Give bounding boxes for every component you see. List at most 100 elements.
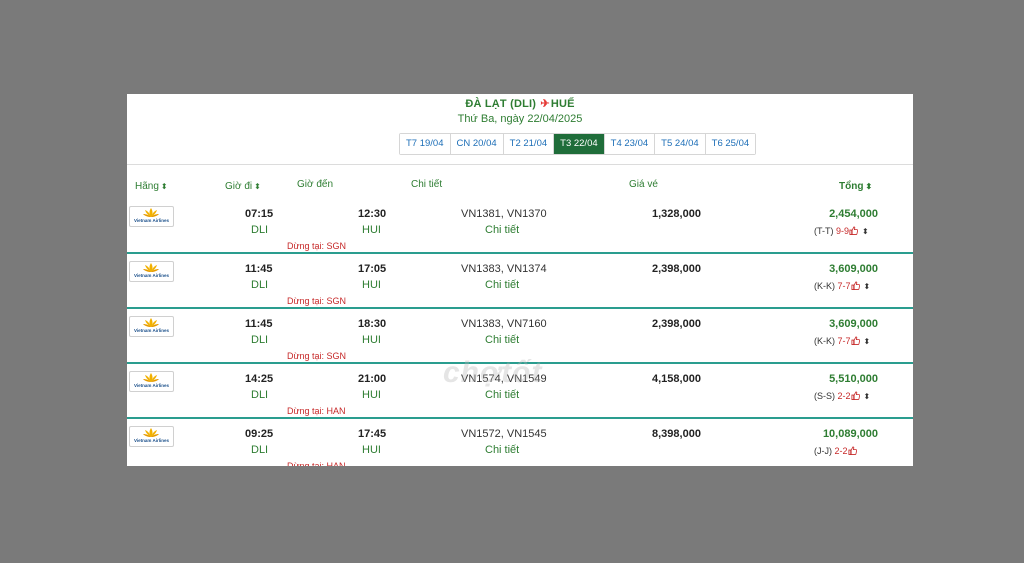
flight-numbers: VN1383, VN1374	[461, 263, 547, 275]
thumbs-up-icon	[851, 336, 860, 346]
col-depart-header[interactable]: Giờ đi ⬍	[225, 181, 261, 192]
day-selector: T7 19/04 CN 20/04 T2 21/04 T3 22/04 T4 23/04…	[399, 133, 757, 155]
total-price: 10,089,000	[822, 428, 878, 440]
seat-count: 2-2	[834, 446, 848, 456]
flight-numbers: VN1572, VN1545	[461, 428, 547, 440]
fare-price: 8,398,000	[652, 428, 701, 440]
detail-link[interactable]: Chi tiết	[485, 224, 519, 236]
arrive-time: 17:45	[358, 428, 387, 440]
detail-link[interactable]: Chi tiết	[485, 334, 519, 346]
day-tab[interactable]: T6 25/04	[705, 134, 756, 154]
destination-label: HUẾ	[550, 98, 575, 110]
airline-logo: Vietnam Airlines	[129, 426, 174, 447]
detail-link[interactable]: Chi tiết	[485, 444, 519, 456]
col-airline-header[interactable]: Hãng ⬍	[135, 181, 168, 192]
col-depart-label: Giờ đi	[225, 181, 253, 192]
depart-time: 09:25	[245, 428, 274, 440]
flight-row[interactable]: Vietnam Airlines 09:25 DLI Dừng tại: HAN 17:…	[127, 419, 913, 466]
fare-class-info: (K-K) 7-7 ⬍	[814, 281, 870, 291]
col-total-label: Tổng	[839, 181, 864, 192]
airline-logo: Vietnam Airlines	[129, 261, 174, 282]
stopover-info: Dừng tại: SGN	[287, 241, 347, 251]
stopover-info: Dừng tại: HAN	[287, 406, 346, 416]
col-airline-label: Hãng	[135, 181, 159, 192]
detail-link[interactable]: Chi tiết	[485, 279, 519, 291]
fare-price: 2,398,000	[652, 263, 701, 275]
travel-date: Thứ Ba, ngày 22/04/2025	[457, 113, 583, 125]
search-header: ĐÀ LẠT (DLI) ✈HUẾ Thứ Ba, ngày 22/04/202…	[127, 94, 913, 165]
fare-class-info: (T-T) 9-9 ⬍	[814, 226, 869, 236]
expand-caret-icon[interactable]: ⬍	[864, 337, 871, 346]
column-headers: Hãng ⬍ Giờ đi ⬍ Giờ đến Chi tiết Giá vé Tổ…	[127, 165, 913, 199]
depart-airport: DLI	[251, 224, 269, 236]
day-tab[interactable]: T4 23/04	[604, 134, 656, 154]
thumbs-up-icon	[848, 446, 857, 456]
day-tab[interactable]: T3 22/04	[554, 134, 605, 154]
total-price: 5,510,000	[829, 373, 878, 385]
depart-airport: DLI	[251, 334, 269, 346]
flight-row[interactable]: Vietnam Airlines 11:45 DLI Dừng tại: SGN 18:…	[127, 309, 913, 364]
flight-numbers: VN1383, VN7160	[461, 318, 547, 330]
total-price: 2,454,000	[829, 208, 878, 220]
depart-time: 11:45	[245, 318, 273, 330]
arrive-airport: HUI	[362, 279, 381, 291]
total-price: 3,609,000	[829, 318, 878, 330]
fare-price: 4,158,000	[652, 373, 701, 385]
col-fare-header: Giá vé	[629, 179, 658, 190]
arrive-airport: HUI	[362, 444, 381, 456]
seat-count: 7-7	[837, 281, 851, 291]
seat-count: 7-7	[837, 336, 851, 346]
col-detail-header: Chi tiết	[411, 179, 443, 190]
airline-logo-text: Vietnam Airlines	[133, 218, 169, 223]
arrive-airport: HUI	[362, 389, 381, 401]
airline-logo-text: Vietnam Airlines	[133, 438, 169, 443]
depart-airport: DLI	[251, 279, 269, 291]
day-tab[interactable]: CN 20/04	[450, 134, 504, 154]
flight-results-panel: ĐÀ LẠT (DLI) ✈HUẾ Thứ Ba, ngày 22/04/202…	[127, 94, 913, 466]
arrive-time: 12:30	[358, 208, 387, 220]
origin-label: ĐÀ LẠT (DLI)	[465, 98, 537, 110]
expand-caret-icon[interactable]: ⬍	[864, 392, 871, 401]
arrive-time: 21:00	[358, 373, 387, 385]
thumbs-up-icon	[849, 226, 859, 236]
fare-price: 1,328,000	[652, 208, 701, 220]
depart-airport: DLI	[251, 389, 269, 401]
airline-logo-text: Vietnam Airlines	[133, 383, 169, 388]
total-price: 3,609,000	[829, 263, 878, 275]
flight-row[interactable]: Vietnam Airlines 07:15 DLI Dừng tại: SGN 12:…	[127, 199, 913, 254]
airline-logo: Vietnam Airlines	[129, 206, 174, 227]
day-tab[interactable]: T5 24/04	[655, 134, 706, 154]
airline-logo-text: Vietnam Airlines	[133, 273, 169, 278]
flight-list: Vietnam Airlines 07:15 DLI Dừng tại: SGN 12:…	[127, 199, 913, 466]
stopover-info: Dừng tại: HAN	[287, 461, 346, 466]
flight-numbers: VN1574, VN1549	[461, 373, 547, 385]
flight-row[interactable]: Vietnam Airlines 14:25 DLI Dừng tại: HAN 21:…	[127, 364, 913, 419]
fare-price: 2,398,000	[652, 318, 701, 330]
expand-caret-icon[interactable]: ⬍	[862, 227, 869, 236]
day-tab[interactable]: T7 19/04	[400, 134, 451, 154]
arrive-time: 18:30	[358, 318, 387, 330]
fare-class: (T-T)	[814, 226, 834, 236]
detail-link[interactable]: Chi tiết	[485, 389, 519, 401]
stopover-info: Dừng tại: SGN	[287, 351, 347, 361]
sort-icon: ⬍	[254, 182, 261, 191]
flight-row[interactable]: Vietnam Airlines 11:45 DLI Dừng tại: SGN 17:…	[127, 254, 913, 309]
day-tab[interactable]: T2 21/04	[503, 134, 555, 154]
fare-class: (J-J)	[814, 446, 832, 456]
depart-airport: DLI	[251, 444, 269, 456]
airline-logo-text: Vietnam Airlines	[133, 328, 169, 333]
route-title: ĐÀ LẠT (DLI) ✈HUẾ	[127, 97, 913, 110]
arrive-airport: HUI	[362, 224, 381, 236]
col-total-header[interactable]: Tổng ⬍	[839, 181, 872, 192]
depart-time: 14:25	[245, 373, 274, 385]
col-arrive-header: Giờ đến	[297, 179, 334, 190]
seat-count: 9-9	[836, 226, 850, 236]
fare-class: (K-K)	[814, 281, 835, 291]
seat-count: 2-2	[837, 391, 851, 401]
fare-class-info: (S-S) 2-2 ⬍	[814, 391, 870, 401]
expand-caret-icon[interactable]: ⬍	[864, 282, 871, 291]
airline-logo: Vietnam Airlines	[129, 316, 174, 337]
thumbs-up-icon	[851, 391, 860, 401]
sort-icon: ⬍	[160, 182, 168, 191]
thumbs-up-icon	[851, 281, 860, 291]
